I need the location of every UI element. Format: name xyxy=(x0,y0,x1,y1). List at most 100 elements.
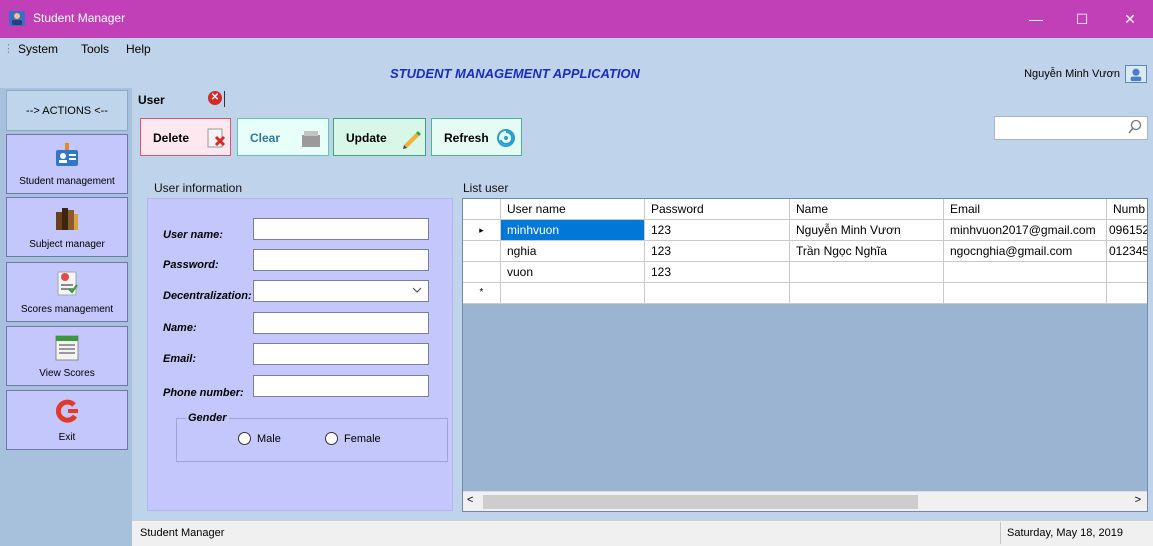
sidebar-item-label: Subject manager xyxy=(29,239,105,250)
menu-system[interactable]: System xyxy=(18,42,58,56)
tab-divider xyxy=(224,91,225,107)
tab-label: User xyxy=(138,93,165,107)
search-icon[interactable] xyxy=(1127,119,1143,135)
pencil-icon xyxy=(403,131,421,149)
app-icon xyxy=(9,11,25,26)
row-header[interactable] xyxy=(463,241,501,262)
sidebar-item-exit[interactable]: Exit xyxy=(6,390,128,450)
table-cell[interactable] xyxy=(944,262,1107,283)
delete-button[interactable]: Delete xyxy=(140,118,231,156)
table-cell[interactable] xyxy=(1107,283,1147,304)
male-radio[interactable] xyxy=(238,432,251,445)
table-cell[interactable] xyxy=(645,283,790,304)
current-user-name: Nguyễn Minh Vươn xyxy=(1024,68,1120,80)
calendar-sheet-icon xyxy=(55,335,79,361)
sidebar-item-label: View Scores xyxy=(39,368,95,379)
table-cell[interactable]: Nguyễn Minh Vươn xyxy=(790,220,944,241)
table-cell[interactable]: minhvuon2017@gmail.com xyxy=(944,220,1107,241)
status-date: Saturday, May 18, 2019 xyxy=(1007,527,1123,539)
new-row-marker-icon[interactable]: * xyxy=(463,283,501,304)
email-field[interactable] xyxy=(253,343,429,365)
sidebar-item-label: Scores management xyxy=(20,304,114,315)
users-grid[interactable]: User name Password Name Email Numb ▸ min… xyxy=(462,198,1148,512)
menu-help[interactable]: Help xyxy=(126,42,151,56)
column-header-password[interactable]: Password xyxy=(645,199,790,220)
scores-icon xyxy=(57,271,78,296)
column-header-username[interactable]: User name xyxy=(501,199,645,220)
user-information-caption: User information xyxy=(154,181,243,195)
close-button[interactable]: ✕ xyxy=(1107,0,1153,38)
gender-caption: Gender xyxy=(186,412,229,424)
table-cell[interactable] xyxy=(790,262,944,283)
user-avatar-icon[interactable] xyxy=(1125,65,1147,83)
name-field[interactable] xyxy=(253,312,429,334)
gender-group xyxy=(176,418,448,462)
decentralization-label: Decentralization: xyxy=(163,290,252,302)
name-label: Name: xyxy=(163,322,197,334)
sidebar-item-label: Exit xyxy=(58,432,76,443)
exit-icon xyxy=(55,399,78,423)
clear-icon xyxy=(302,131,320,147)
female-radio[interactable] xyxy=(325,432,338,445)
books-icon xyxy=(56,208,78,230)
password-field[interactable] xyxy=(253,249,429,271)
table-cell[interactable]: minhvuon xyxy=(501,220,645,241)
table-cell[interactable]: 096152 xyxy=(1107,220,1147,241)
list-user-caption: List user xyxy=(463,181,509,195)
table-cell[interactable]: 123 xyxy=(645,241,790,262)
scroll-left-icon[interactable]: < xyxy=(467,494,473,506)
username-label: User name: xyxy=(163,229,223,241)
table-cell[interactable]: vuon xyxy=(501,262,645,283)
search-input[interactable] xyxy=(994,116,1148,140)
app-heading: STUDENT MANAGEMENT APPLICATION xyxy=(390,66,640,81)
column-header-number[interactable]: Numb xyxy=(1107,199,1147,220)
table-cell[interactable] xyxy=(790,283,944,304)
chevron-down-icon xyxy=(412,287,422,293)
actions-header: --> ACTIONS <-- xyxy=(6,90,128,131)
refresh-icon xyxy=(497,129,515,147)
grid-corner xyxy=(463,199,501,220)
table-cell[interactable]: 012345 xyxy=(1107,241,1147,262)
table-cell[interactable] xyxy=(944,283,1107,304)
sidebar-item-view-scores[interactable]: View Scores xyxy=(6,326,128,386)
status-separator xyxy=(1000,522,1001,544)
table-cell[interactable]: 123 xyxy=(645,220,790,241)
minimize-button[interactable]: — xyxy=(1013,0,1059,38)
title-bar: Student Manager — ☐ ✕ xyxy=(0,0,1153,38)
row-marker-icon[interactable]: ▸ xyxy=(463,220,501,241)
phone-field[interactable] xyxy=(253,375,429,397)
menu-grip-icon: ⋮ xyxy=(3,43,14,55)
student-card-icon xyxy=(56,143,78,166)
maximize-button[interactable]: ☐ xyxy=(1059,0,1105,38)
column-header-email[interactable]: Email xyxy=(944,199,1107,220)
sidebar-item-student-management[interactable]: Student management xyxy=(6,134,128,194)
clear-button[interactable]: Clear xyxy=(237,118,329,156)
decentralization-select[interactable] xyxy=(253,280,429,302)
window-title: Student Manager xyxy=(33,11,126,25)
table-cell[interactable]: nghia xyxy=(501,241,645,262)
username-field[interactable] xyxy=(253,218,429,240)
delete-icon xyxy=(207,128,226,148)
scroll-right-icon[interactable]: > xyxy=(1135,494,1141,506)
phone-label: Phone number: xyxy=(163,387,244,399)
sidebar-item-label: Student management xyxy=(19,176,115,187)
table-cell[interactable] xyxy=(501,283,645,304)
menu-tools[interactable]: Tools xyxy=(81,42,109,56)
column-header-name[interactable]: Name xyxy=(790,199,944,220)
update-button[interactable]: Update xyxy=(333,118,426,156)
sidebar-item-scores-management[interactable]: Scores management xyxy=(6,262,128,322)
horizontal-scrollbar[interactable]: < > xyxy=(463,491,1147,511)
tab-close-icon[interactable]: ✕ xyxy=(208,91,222,105)
table-cell[interactable]: 123 xyxy=(645,262,790,283)
row-header[interactable] xyxy=(463,262,501,283)
refresh-button[interactable]: Refresh xyxy=(431,118,522,156)
scrollbar-thumb[interactable] xyxy=(483,495,918,509)
sidebar-item-subject-manager[interactable]: Subject manager xyxy=(6,197,128,257)
table-cell[interactable] xyxy=(1107,262,1147,283)
female-label: Female xyxy=(344,433,381,445)
tab-user[interactable]: User ✕ xyxy=(134,89,226,109)
password-label: Password: xyxy=(163,259,219,271)
table-cell[interactable]: Trần Ngọc Nghĩa xyxy=(790,241,944,262)
status-app-name: Student Manager xyxy=(140,527,225,539)
table-cell[interactable]: ngocnghia@gmail.com xyxy=(944,241,1107,262)
